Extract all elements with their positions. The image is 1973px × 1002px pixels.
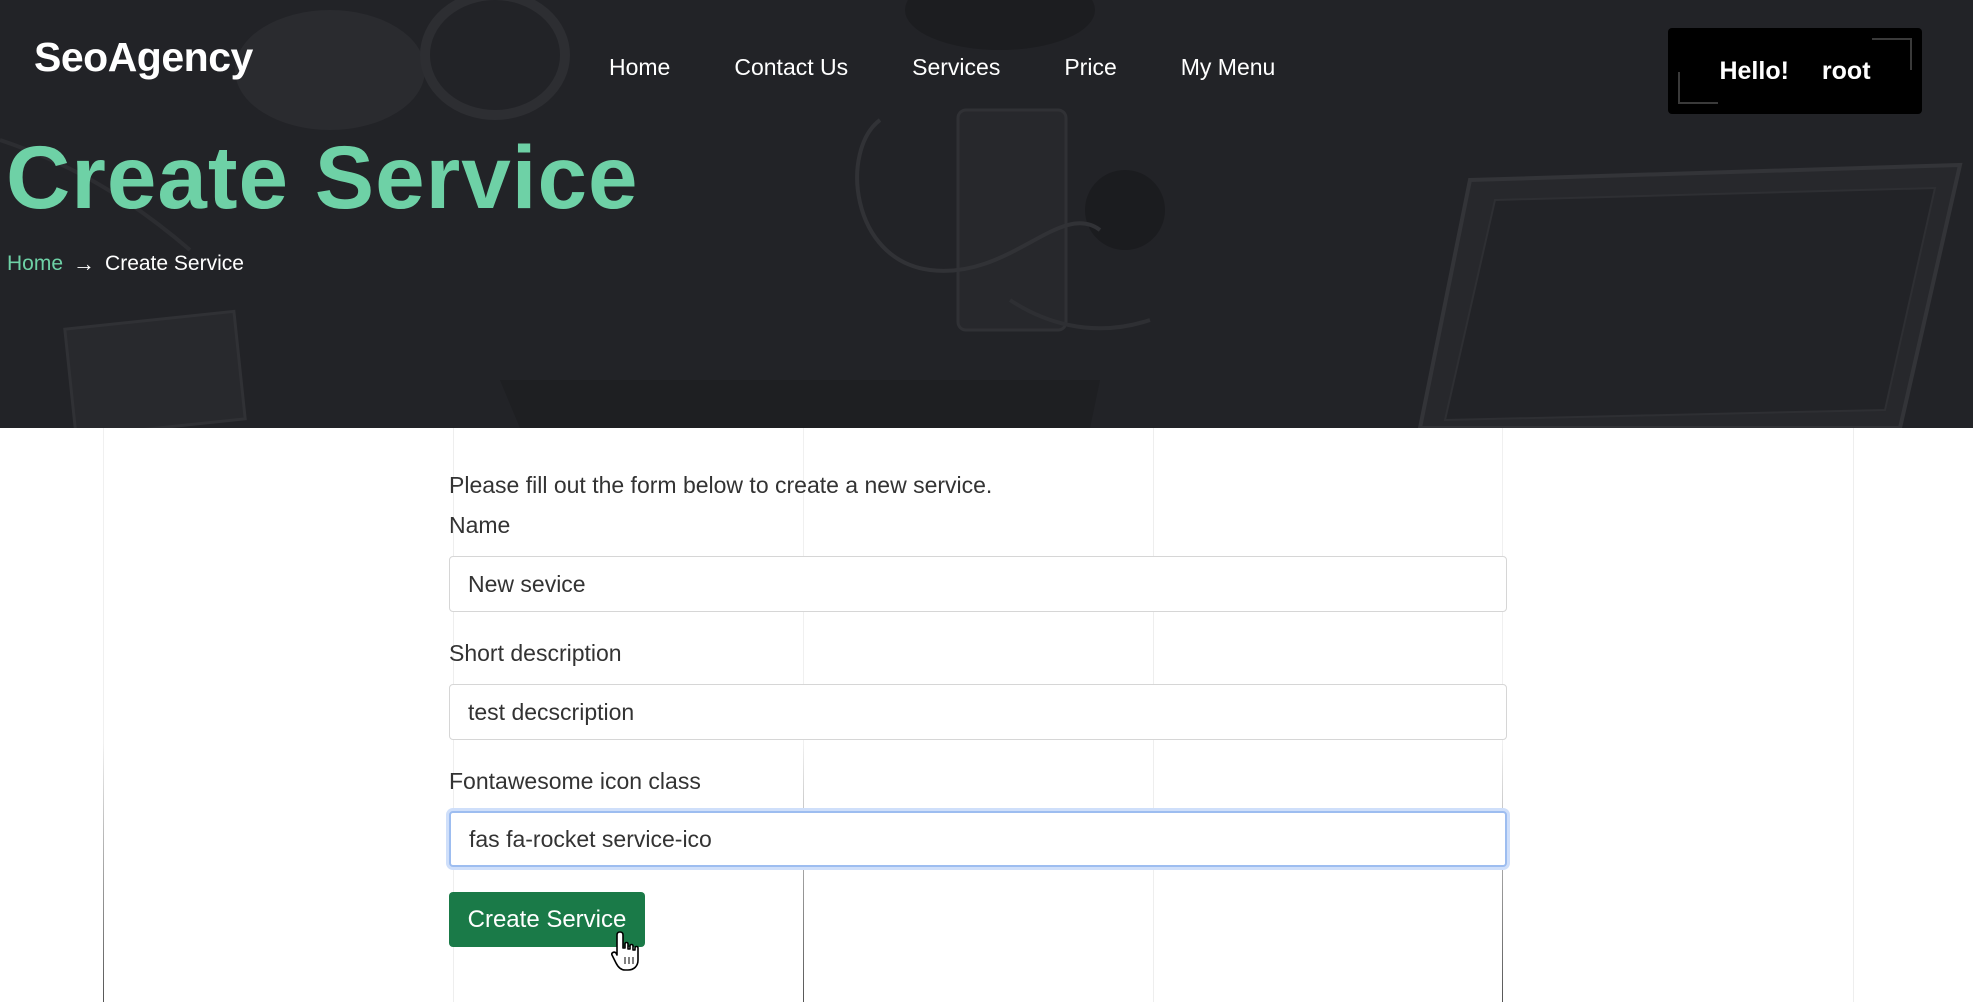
nav-item-home[interactable]: Home [609,54,670,81]
page-title: Create Service [6,127,639,227]
hero-banner: SeoAgency Home Contact Us Services Price… [0,0,1973,428]
main-navigation: Home Contact Us Services Price My Menu [609,54,1339,81]
icon-class-label: Fontawesome icon class [449,768,701,794]
corner-decoration [1872,38,1912,70]
nav-item-price[interactable]: Price [1064,54,1116,81]
username-text: root [1821,56,1871,85]
breadcrumb-current: Create Service [105,252,244,275]
short-description-label: Short description [449,640,622,666]
breadcrumb-home-link[interactable]: Home [7,252,63,276]
arrow-right-icon: → [73,251,96,276]
icon-class-input[interactable] [449,811,1507,867]
nav-item-contact-us[interactable]: Contact Us [734,54,848,81]
column-divider [1853,428,1854,1002]
nav-item-services[interactable]: Services [912,54,1000,81]
nav-item-my-menu[interactable]: My Menu [1181,54,1276,81]
greeting-text: Hello! [1719,56,1789,85]
short-description-input[interactable] [449,684,1507,740]
name-label: Name [449,512,511,538]
breadcrumb: Home → Create Service [7,251,244,277]
form-intro-text: Please fill out the form below to create… [449,472,993,498]
main-content: Please fill out the form below to create… [0,428,1973,1002]
hand-pointer-cursor-icon [611,931,639,971]
site-logo[interactable]: SeoAgency [34,34,253,81]
name-input[interactable] [449,556,1507,612]
corner-decoration [1678,72,1718,104]
column-divider [103,428,104,1002]
user-greeting-button[interactable]: Hello! root [1668,28,1922,114]
